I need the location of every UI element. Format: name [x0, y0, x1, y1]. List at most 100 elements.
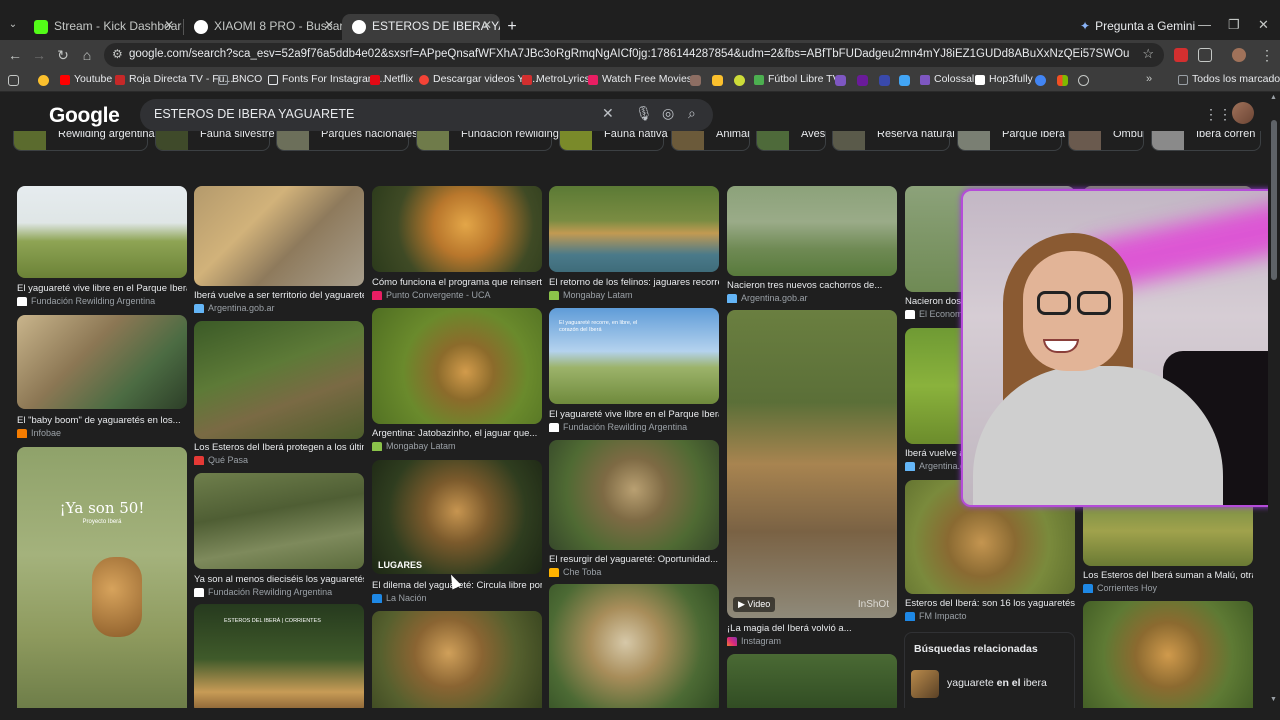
- result-caption[interactable]: El "baby boom" de yaguaretés en los...: [17, 415, 187, 426]
- result-source[interactable]: Argentina.gob.ar: [194, 303, 364, 313]
- close-icon[interactable]: ✕: [482, 18, 492, 32]
- chip-rewilding-argentina[interactable]: Rewilding argentina: [13, 131, 155, 151]
- result-source[interactable]: Mongabay Latam: [372, 441, 542, 451]
- result-caption[interactable]: Ya son al menos dieciséis los yaguaretés…: [194, 574, 364, 585]
- bookmark-descargar-videos[interactable]: Descargar videos Yo...: [419, 73, 538, 85]
- forward-arrow-icon[interactable]: →: [30, 46, 48, 64]
- result-source[interactable]: Fundación Rewilding Argentina: [17, 296, 187, 306]
- result-source[interactable]: Qué Pasa: [194, 455, 364, 465]
- search-input[interactable]: ESTEROS DE IBERA YAGUARETE: [154, 107, 354, 121]
- menu-kebab-icon[interactable]: ⋮: [1258, 46, 1276, 64]
- related-query[interactable]: yaguarete en el ibera: [947, 677, 1047, 689]
- bookmark-icon-4[interactable]: [835, 75, 846, 86]
- result-source[interactable]: Punto Convergente - UCA: [372, 290, 542, 300]
- bookmark-icon-6[interactable]: [899, 75, 910, 86]
- site-info-icon[interactable]: ⚙: [112, 47, 123, 61]
- bookmark-youtube[interactable]: Youtube: [60, 73, 112, 85]
- result-caption[interactable]: Esteros del Iberá: son 16 los yaguaretés…: [905, 598, 1075, 609]
- apps-grid-icon[interactable]: [8, 75, 19, 86]
- result-caption[interactable]: Cómo funciona el programa que reinserta.…: [372, 277, 542, 288]
- scroll-down-icon[interactable]: ▼: [1270, 696, 1277, 703]
- result-caption[interactable]: ¡La magia del Iberá volvió a...: [727, 623, 897, 634]
- microphone-icon[interactable]: 🎙: [635, 105, 653, 122]
- more-bookmarks-icon[interactable]: »: [1146, 74, 1157, 86]
- account-avatar[interactable]: [1232, 102, 1254, 124]
- lens-icon[interactable]: ◎: [662, 105, 674, 122]
- tab-search-icon[interactable]: ⌄: [4, 16, 22, 34]
- emoji-icon[interactable]: [38, 75, 49, 86]
- microsoft-icon[interactable]: [1057, 75, 1068, 86]
- bookmark-netflix[interactable]: Netflix: [370, 73, 413, 85]
- result-image[interactable]: [727, 654, 897, 708]
- bookmark-bnco[interactable]: BNCO: [218, 73, 262, 85]
- gemini-button[interactable]: ✦ Pregunta a Gemini: [1080, 19, 1195, 33]
- minimize-icon[interactable]: —: [1198, 17, 1211, 32]
- chip-fauna-nativa[interactable]: Fauna nativa: [559, 131, 668, 151]
- result-caption[interactable]: El retorno de los felinos: jaguares reco…: [549, 277, 719, 288]
- google-logo[interactable]: Google: [49, 104, 120, 128]
- extensions-puzzle-icon[interactable]: [1198, 48, 1212, 62]
- bookmark-icon-7[interactable]: [1035, 75, 1046, 86]
- result-image[interactable]: [727, 186, 897, 276]
- reload-icon[interactable]: ↻: [54, 46, 72, 64]
- bookmark-icon-3[interactable]: [734, 75, 745, 86]
- result-source[interactable]: Fundación Rewilding Argentina: [549, 422, 719, 432]
- result-source[interactable]: Mongabay Latam: [549, 290, 719, 300]
- back-arrow-icon[interactable]: ←: [6, 46, 24, 64]
- chip-parques-nacionales[interactable]: Parques nacionales: [276, 131, 418, 151]
- tab-esteros-ibera[interactable]: ESTEROS DE IBERA YAGUARETE ✕: [342, 14, 500, 40]
- bookmark-star-icon[interactable]: ☆: [1142, 46, 1154, 62]
- home-icon[interactable]: ⌂: [78, 46, 96, 64]
- scrollbar-thumb[interactable]: [1271, 120, 1277, 280]
- result-image[interactable]: [372, 186, 542, 272]
- search-icon[interactable]: ⌕: [688, 105, 696, 122]
- chip-animal[interactable]: Animal: [671, 131, 750, 151]
- result-caption[interactable]: Los Esteros del Iberá suman a Malú, otra…: [1083, 570, 1253, 581]
- result-caption[interactable]: El yaguareté vive libre en el Parque Ibe…: [17, 283, 187, 294]
- result-source[interactable]: Infobae: [17, 428, 187, 438]
- result-image[interactable]: [194, 321, 364, 439]
- extension-icon[interactable]: [1174, 48, 1188, 62]
- result-source[interactable]: Corrientes Hoy: [1083, 583, 1253, 593]
- bookmark-watch-free-movies[interactable]: Watch Free Movies...: [588, 73, 701, 85]
- result-image[interactable]: [549, 440, 719, 550]
- result-image[interactable]: [194, 186, 364, 286]
- bookmark-roja-directa[interactable]: Roja Directa TV - Fu...: [115, 73, 233, 85]
- result-image[interactable]: [17, 315, 187, 409]
- result-source[interactable]: La Nación: [372, 593, 542, 603]
- chip-aves[interactable]: Aves: [756, 131, 826, 151]
- result-caption[interactable]: Iberá vuelve a ser territorio del yaguar…: [194, 290, 364, 301]
- chip-ombu[interactable]: Ombú: [1068, 131, 1144, 151]
- tab-xiaomi-search[interactable]: XIAOMI 8 PRO - Buscar con Go ✕: [184, 14, 342, 40]
- result-image[interactable]: [17, 186, 187, 278]
- result-image[interactable]: [194, 473, 364, 569]
- close-icon[interactable]: ✕: [324, 18, 334, 32]
- result-image[interactable]: El yaguareté recorre, en libre, el coraz…: [549, 308, 719, 404]
- url-text[interactable]: google.com/search?sca_esv=52a9f76a5ddb4e…: [129, 48, 1129, 60]
- chip-ibera-corrientes[interactable]: Iberá corren: [1151, 131, 1261, 151]
- profile-avatar[interactable]: [1232, 48, 1246, 62]
- result-caption[interactable]: Argentina: Jatobazinho, el jaguar que...: [372, 428, 542, 439]
- clear-icon[interactable]: ✕: [602, 105, 614, 122]
- result-image[interactable]: ▶ Video InShOt: [727, 310, 897, 618]
- result-image[interactable]: LUGARES: [372, 460, 542, 574]
- scroll-up-icon[interactable]: ▲: [1270, 94, 1277, 101]
- result-source[interactable]: FM Impacto: [905, 611, 1075, 621]
- result-source[interactable]: Fundación Rewilding Argentina: [194, 587, 364, 597]
- chip-reserva-natural[interactable]: Reserva natural: [832, 131, 955, 151]
- result-caption[interactable]: El yaguareté vive libre en el Parque Ibe…: [549, 409, 719, 420]
- result-image[interactable]: [549, 584, 719, 708]
- chip-fauna-silvestre[interactable]: Fauna silvestre: [155, 131, 275, 151]
- address-bar[interactable]: ⚙ google.com/search?sca_esv=52a9f76a5ddb…: [104, 43, 1164, 67]
- result-image[interactable]: [549, 186, 719, 272]
- chip-parque-ibera[interactable]: Parque iberá: [957, 131, 1065, 151]
- yahoo-icon[interactable]: [857, 75, 868, 86]
- bookmark-icon-1[interactable]: [690, 75, 701, 86]
- bookmark-all-bookmarks[interactable]: Todos los marcadores: [1178, 73, 1280, 85]
- result-source[interactable]: Instagram: [727, 636, 897, 646]
- bookmark-fonts-instagram[interactable]: Fonts For Instagram...: [268, 73, 385, 85]
- bookmark-metrolyrics[interactable]: MetroLyrics: [522, 73, 590, 85]
- result-caption[interactable]: Los Esteros del Iberá protegen a los últ…: [194, 442, 364, 453]
- result-image[interactable]: [1083, 601, 1253, 708]
- result-caption[interactable]: Nacieron tres nuevos cachorros de...: [727, 280, 897, 291]
